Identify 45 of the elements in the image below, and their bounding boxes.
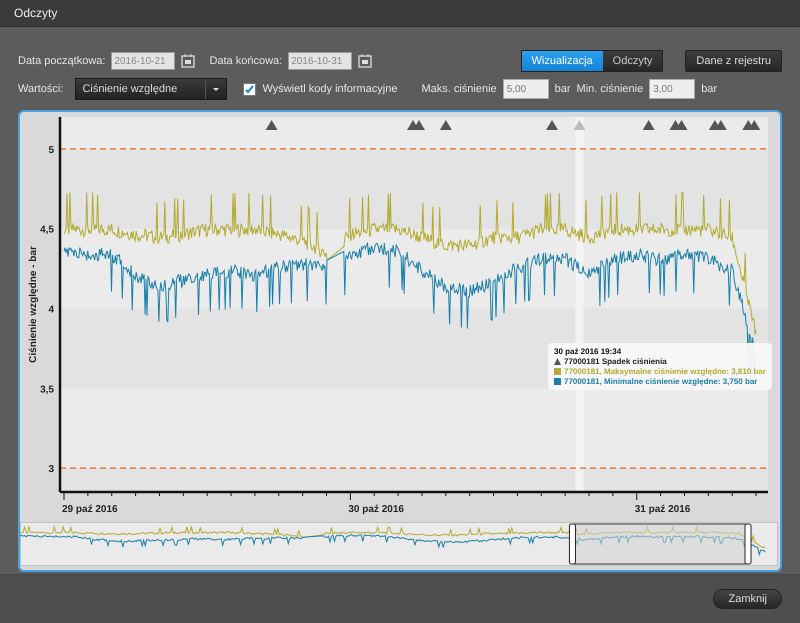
end-date-field[interactable]: 2016-10-31: [288, 52, 352, 70]
codes-checkbox-label: Wyświetl kody informacyjne: [262, 83, 398, 95]
min-pressure-label: Min. ciśnienie: [576, 83, 644, 95]
y-axis-title: Ciśnienie względne - bar: [28, 246, 39, 363]
warning-icon[interactable]: [642, 120, 655, 130]
values-dropdown[interactable]: Ciśnienie względne: [75, 78, 228, 100]
tooltip-title: 30 paź 2016 19:34: [554, 347, 622, 356]
warning-icon[interactable]: [748, 120, 760, 130]
x-tick-label: 29 paź 2016: [62, 504, 118, 515]
unit-label: bar: [554, 83, 571, 95]
codes-checkbox[interactable]: [243, 82, 256, 96]
calendar-icon[interactable]: [181, 54, 196, 68]
tooltip-value: 77000181, Minimalne ciśnienie względne: 3,750 bar: [564, 377, 758, 386]
tooltip-value: 77000181, Maksymalne ciśnienie względne: 3,810 bar: [564, 367, 766, 376]
y-tick-label: 5: [48, 144, 54, 156]
warning-icon: [554, 358, 561, 365]
min-pressure-field[interactable]: 3,00: [649, 79, 696, 99]
tooltip-event: 77000181 Spadek ciśnienia: [564, 357, 667, 366]
x-tick-label: 30 paź 2016: [348, 504, 404, 515]
x-tick-label: 31 paź 2016: [634, 504, 690, 515]
max-pressure-field[interactable]: 5,00: [502, 79, 549, 99]
unit-label: bar: [701, 83, 718, 95]
y-tick-label: 3: [48, 464, 54, 476]
warning-icon[interactable]: [413, 120, 425, 130]
end-date-label: Data końcowa:: [209, 55, 282, 67]
close-button[interactable]: Zamknij: [713, 589, 782, 609]
window-title: Odczyty: [14, 6, 58, 20]
y-tick-label: 4,5: [40, 224, 54, 236]
warning-icon[interactable]: [676, 120, 688, 130]
start-date-label: Data początkowa:: [18, 55, 106, 67]
view-tab[interactable]: Wizualizacja: [522, 51, 603, 71]
range-handle[interactable]: [568, 524, 576, 564]
y-tick-label: 4: [48, 304, 54, 316]
max-pressure-label: Maks. ciśnienie: [421, 83, 497, 95]
registry-button[interactable]: Dane z rejestru: [685, 50, 782, 72]
view-tab[interactable]: Odczyty: [602, 51, 662, 71]
values-label: Wartości:: [18, 83, 64, 95]
navigator-selection[interactable]: [572, 524, 748, 564]
warning-icon[interactable]: [546, 120, 558, 130]
range-handle[interactable]: [744, 524, 752, 564]
calendar-icon[interactable]: [358, 54, 372, 68]
start-date-field[interactable]: 2016-10-21: [111, 52, 176, 70]
warning-icon[interactable]: [440, 120, 452, 130]
y-tick-label: 3,5: [40, 384, 54, 396]
warning-icon[interactable]: [266, 120, 278, 130]
